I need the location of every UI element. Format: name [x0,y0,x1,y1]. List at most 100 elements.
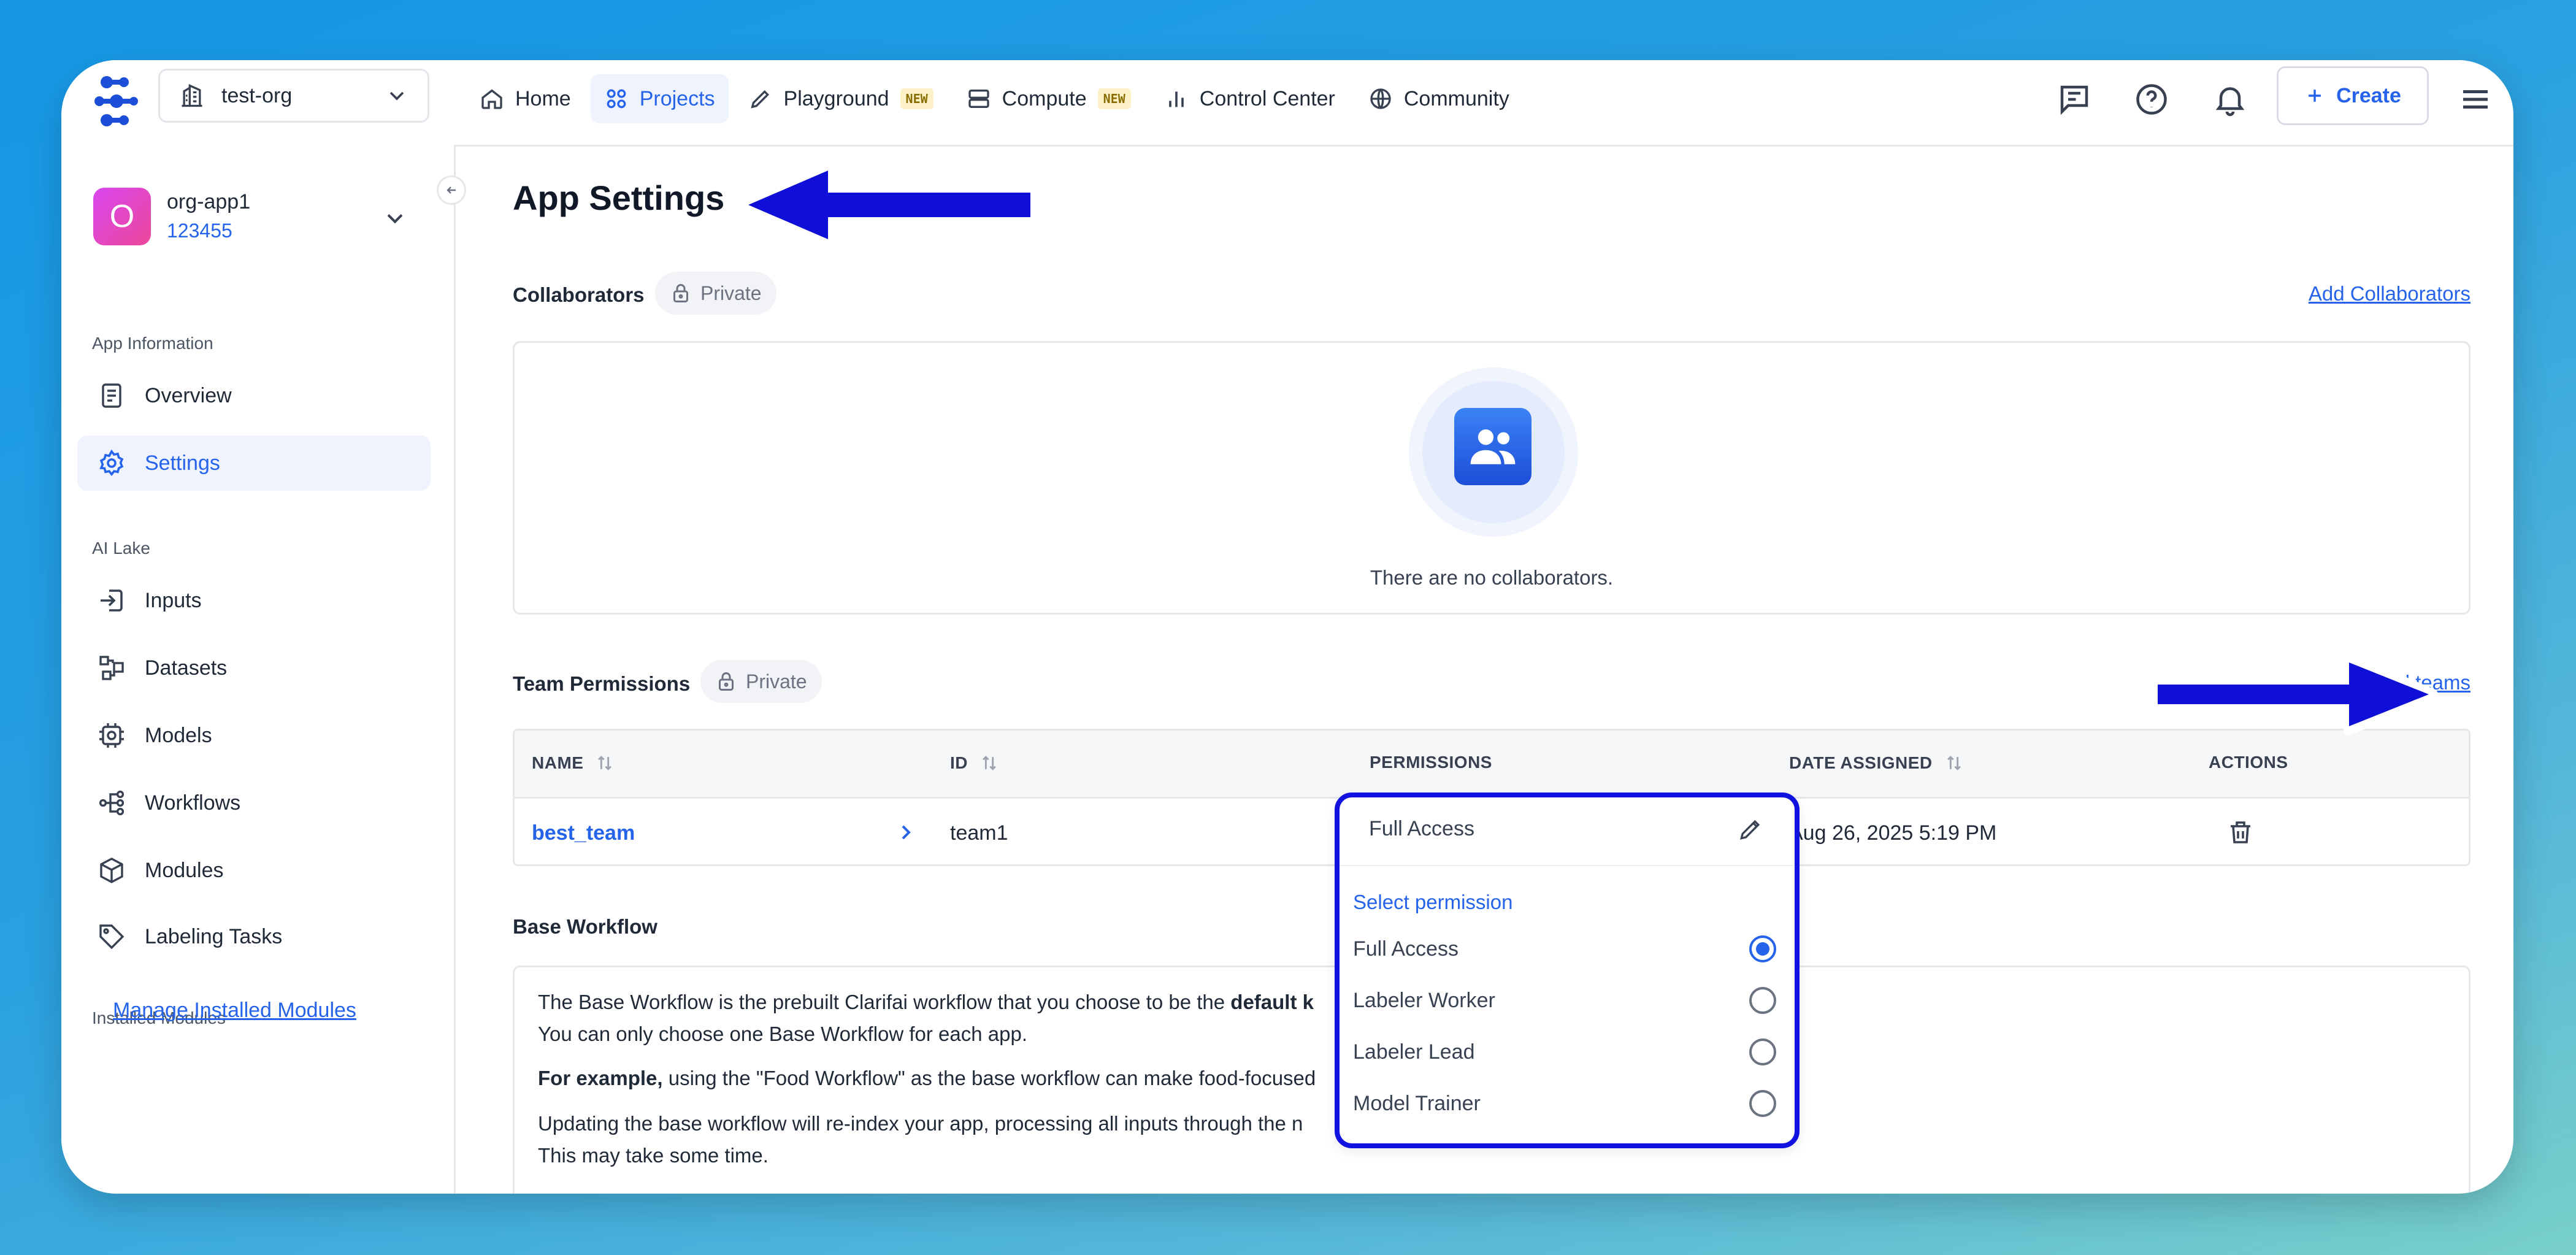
sort-icon [983,756,996,770]
sidebar-item-label: Inputs [145,588,202,612]
column-header-name[interactable]: NAME [532,753,615,773]
nav-home-label: Home [515,86,571,110]
private-badge: Private [700,660,822,703]
building-icon [182,83,202,107]
bell-icon[interactable] [2212,81,2248,118]
add-teams-link[interactable]: Add teams [2374,671,2471,694]
sidebar-item-overview[interactable]: Overview [77,368,431,423]
nav-playground-label: Playground [783,86,889,110]
nav-home[interactable]: Home [466,74,585,123]
sidebar-item-datasets[interactable]: Datasets [77,640,431,696]
help-icon[interactable] [2133,81,2170,118]
collapse-sidebar-button[interactable] [437,175,466,205]
nav-community[interactable]: Community [1355,74,1523,123]
base-workflow-time-note: This may take some time. [538,1144,769,1167]
sidebar-item-labeling-tasks[interactable]: Labeling Tasks [77,909,431,964]
radio-icon[interactable] [1749,1038,1776,1065]
sidebar: O org-app1 123455 App Information Overvi… [61,145,466,1194]
divider [1340,865,1795,866]
add-collaborators-link[interactable]: Add Collaborators [2309,282,2471,305]
org-name: test-org [221,83,293,107]
radio-icon[interactable] [1749,987,1776,1014]
users-icon [1454,408,1531,485]
top-navigation-bar: test-org Home Projects Playground NEW Co… [61,60,2513,147]
document-icon [102,383,121,408]
nav-compute-label: Compute [1002,86,1087,110]
sidebar-item-inputs[interactable]: Inputs [77,573,431,628]
private-badge: Private [655,272,776,315]
new-badge: NEW [1097,88,1131,109]
radio-selected-icon[interactable] [1749,935,1776,962]
sidebar-item-settings[interactable]: Settings [77,436,431,491]
sort-icon [1947,756,1961,770]
org-selector[interactable]: test-org [158,69,429,123]
sort-icon [598,756,612,770]
section-app-information: App Information [92,334,213,353]
base-workflow-heading: Base Workflow [513,915,657,938]
empty-state-text: There are no collaborators. [1370,566,1614,589]
column-header-id[interactable]: ID [950,753,1000,773]
chevron-down-icon[interactable] [381,205,408,232]
nav-control-center-label: Control Center [1199,86,1335,110]
nav-compute[interactable]: Compute NEW [953,74,1144,123]
manage-installed-modules-link[interactable]: Manage Installed Modules [113,999,356,1023]
column-header-permissions: PERMISSIONS [1370,753,1492,772]
menu-icon[interactable] [2457,81,2494,118]
permission-option-labeler-worker[interactable]: Labeler Worker [1353,979,1776,1022]
grid-icon [607,89,626,109]
column-header-date-assigned[interactable]: DATE ASSIGNED [1789,753,1965,773]
section-ai-lake: AI Lake [92,539,150,558]
sidebar-item-models[interactable]: Models [77,708,431,763]
team-id: team1 [950,821,1008,845]
create-button-label: Create [2336,83,2401,107]
create-button[interactable]: Create [2277,66,2429,125]
input-icon [101,589,123,612]
sidebar-item-label: Workflows [145,791,241,815]
nav-community-label: Community [1403,86,1509,110]
base-workflow-description: The Base Workflow is the prebuilt Clarif… [538,991,1314,1013]
private-label: Private [746,670,807,693]
main-nav: Home Projects Playground NEW Compute NEW… [466,72,1523,125]
team-name-link[interactable]: best_team [532,821,635,845]
app-id: 123455 [167,220,232,242]
permission-option-model-trainer[interactable]: Model Trainer [1353,1082,1776,1125]
table-header: NAME ID PERMISSIONS DATE ASSIGNED ACTION… [515,731,2469,799]
bar-chart-icon [1168,91,1184,107]
sidebar-item-workflows[interactable]: Workflows [77,775,431,831]
permission-current-value: Full Access [1369,817,1474,840]
select-permission-heading: Select permission [1353,891,1513,913]
pencil-icon [750,90,769,109]
pencil-icon[interactable] [1737,816,1764,843]
column-header-actions: ACTIONS [2209,753,2288,772]
clarifai-logo-icon[interactable] [81,67,148,135]
datasets-icon [99,656,124,680]
annotation-arrow-right-icon [2150,653,2438,735]
tag-icon [99,924,125,950]
permission-select-dropdown[interactable]: Full Access Select permission Full Acces… [1335,793,1800,1148]
sidebar-item-modules[interactable]: Modules [77,843,431,898]
new-badge: NEW [900,88,933,109]
trash-icon[interactable] [2226,818,2255,847]
page-title: App Settings [513,178,725,217]
sidebar-item-label: Datasets [145,656,228,680]
lock-icon [719,672,734,691]
annotation-arrow-left-icon [739,162,1036,248]
chevron-right-icon[interactable] [894,820,918,845]
chat-icon[interactable] [2056,81,2093,118]
nav-projects[interactable]: Projects [590,74,729,123]
permission-option-full-access[interactable]: Full Access [1353,927,1776,970]
base-workflow-example: For example, using the "Food Workflow" a… [538,1067,1316,1089]
permission-option-labeler-lead[interactable]: Labeler Lead [1353,1030,1776,1073]
collaborators-heading: Collaborators [513,283,645,306]
chip-icon [99,723,124,748]
home-icon [481,89,502,109]
lock-icon [673,284,688,302]
sidebar-item-label: Labeling Tasks [145,924,283,948]
base-workflow-description: You can only choose one Base Workflow fo… [538,1023,1028,1045]
nav-control-center[interactable]: Control Center [1151,74,1349,123]
app-window: test-org Home Projects Playground NEW Co… [61,60,2513,1194]
radio-icon[interactable] [1749,1090,1776,1117]
cube-icon [100,858,123,883]
nav-playground[interactable]: Playground NEW [735,74,947,123]
nav-projects-label: Projects [639,86,715,110]
